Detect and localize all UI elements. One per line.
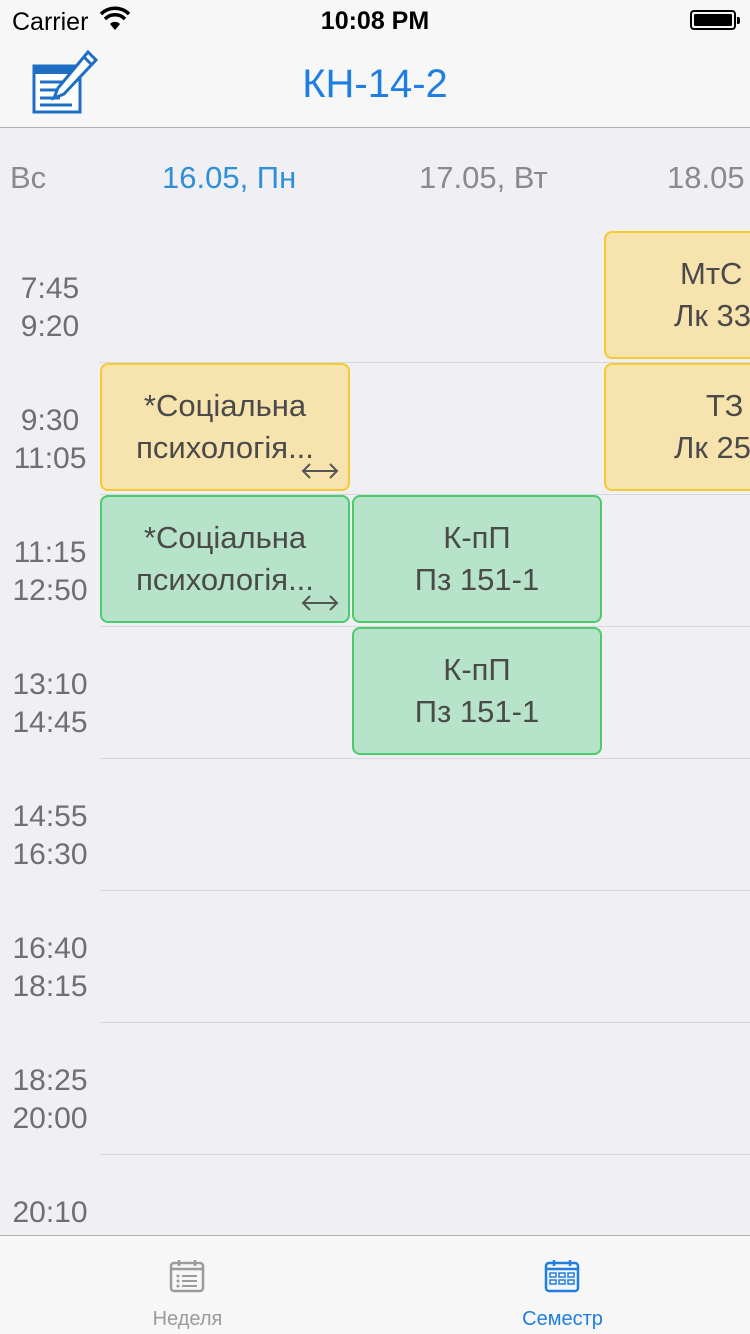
grid-line [100,758,750,759]
time-start: 14:55 [12,800,88,833]
time-start: 9:30 [20,404,80,437]
lesson-card[interactable]: ТЗ Лк 25 [604,363,750,491]
tab-week-label: Неделя [152,1308,223,1330]
grid-line [100,1154,750,1155]
tab-semester[interactable]: Семестр [375,1236,750,1334]
time-end: 9:20 [20,310,80,343]
time-end: 11:05 [13,442,87,475]
tab-week[interactable]: Неделя [0,1236,375,1334]
time-slot-3: 11:15 12:50 [0,534,100,610]
lesson-room: Лк 25 [674,430,750,465]
day-sunday[interactable]: Вс [10,160,46,196]
status-bar: Carrier 10:08 PM [0,0,750,40]
status-time: 10:08 PM [320,7,430,35]
tab-semester-label: Семестр [522,1308,603,1330]
time-start: 18:25 [12,1064,88,1097]
grid-line [100,890,750,891]
time-slot-1: 7:45 9:20 [0,270,100,346]
double-arrow-icon [301,463,339,479]
list-icon [169,1260,205,1293]
lesson-card[interactable]: МтС Лк 33 [604,231,750,359]
tab-bar: Неделя Семестр [0,1235,750,1334]
calendar-icon [544,1260,580,1293]
time-start: 20:10 [12,1196,88,1229]
time-end: 18:15 [12,970,88,1003]
day-header: Вс 16.05, Пн 17.05, Вт 18.05 [0,130,750,230]
time-end: 16:30 [12,838,88,871]
lesson-room: Лк 33 [674,298,750,333]
lesson-room: Пз 151-1 [414,694,540,729]
lesson-title: ТЗ [706,388,744,423]
lesson-title: *Соціальна [143,520,307,555]
battery-icon [690,10,740,30]
time-slot-4: 13:10 14:45 [0,666,100,742]
time-slot-2: 9:30 11:05 [0,402,100,478]
lesson-title: К-пП [443,652,511,687]
time-slot-6: 16:40 18:15 [0,930,100,1006]
time-start: 13:10 [12,668,88,701]
time-slot-7: 18:25 20:00 [0,1062,100,1138]
lesson-room: Пз 151-1 [414,562,540,597]
lesson-card[interactable]: К-пП Пз 151-1 [352,495,602,623]
lesson-card[interactable]: *Соціальна психологія... [100,495,350,623]
navigation-bar: КН-14-2 [0,40,750,128]
time-start: 16:40 [12,932,88,965]
lesson-title: К-пП [443,520,511,555]
lesson-card[interactable]: *Соціальна психологія... [100,363,350,491]
time-slot-8: 20:10 [0,1194,100,1232]
double-arrow-icon [301,595,339,611]
grid-line [100,1022,750,1023]
time-end: 20:00 [12,1102,88,1135]
day-tuesday[interactable]: 17.05, Вт [419,160,548,196]
time-end: 14:45 [12,706,88,739]
time-slot-5: 14:55 16:30 [0,798,100,874]
time-end: 12:50 [12,574,88,607]
day-wednesday[interactable]: 18.05 [667,160,745,196]
lesson-card[interactable]: К-пП Пз 151-1 [352,627,602,755]
lesson-title: *Соціальна [143,388,307,423]
page-title: КН-14-2 [302,62,448,106]
time-start: 11:15 [13,536,87,569]
time-start: 7:45 [20,272,80,305]
day-monday[interactable]: 16.05, Пн [162,160,296,196]
lesson-title: МтС [680,256,743,291]
